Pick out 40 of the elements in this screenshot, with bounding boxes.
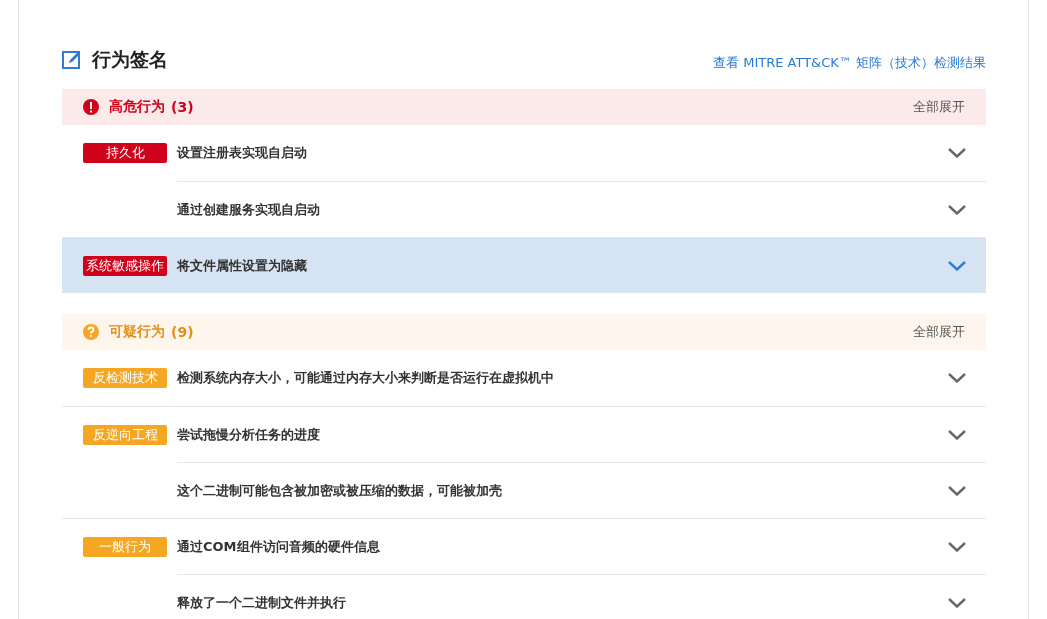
chevron-down-icon [948,597,966,608]
behavior-row[interactable]: 一般行为 通过COM组件访问音频的硬件信息 [62,519,986,574]
behavior-text: 尝试拖慢分析任务的进度 [177,425,320,444]
chevron-down-icon [948,260,966,271]
section-title: 行为签名 [92,47,168,72]
behavior-text: 检测系统内存大小，可能通过内存大小来判断是否运行在虚拟机中 [177,369,554,387]
group-title: 高危行为 [109,98,165,116]
behavior-text: 这个二进制可能包含被加密或被压缩的数据，可能被加壳 [177,481,502,500]
behavior-row[interactable]: 这个二进制可能包含被加密或被压缩的数据，可能被加壳 [62,462,986,518]
behavior-text: 通过创建服务实现自启动 [177,200,320,219]
group-count: (9) [171,324,194,340]
behavior-text: 通过COM组件访问音频的硬件信息 [177,537,380,556]
question-icon [83,324,99,340]
expand-all-link[interactable]: 全部展开 [913,323,965,341]
category-tag: 持久化 [83,143,167,163]
chevron-down-icon [948,485,966,496]
behavior-row[interactable]: 通过创建服务实现自启动 [62,181,986,237]
chevron-down-icon [948,541,966,552]
category-tag: 系统敏感操作 [83,255,167,276]
mitre-link[interactable]: 查看 MITRE ATT&CK™ 矩阵（技术）检测结果 [713,54,986,72]
expand-all-link[interactable]: 全部展开 [913,98,965,116]
category-tag: 反检测技术 [83,368,167,388]
chevron-down-icon [948,429,966,440]
group-count: (3) [171,99,194,115]
exclamation-icon [83,99,99,115]
category-tag: 一般行为 [83,536,167,557]
behavior-row[interactable]: 反逆向工程 尝试拖慢分析任务的进度 [62,407,986,462]
edit-icon [62,50,82,70]
behavior-text: 设置注册表实现自启动 [177,144,307,162]
chevron-down-icon [948,373,966,383]
behavior-row[interactable]: 系统敏感操作 将文件属性设置为隐藏 [62,238,986,293]
behavior-row[interactable]: 释放了一个二进制文件并执行 [62,574,986,619]
chevron-down-icon [948,204,966,215]
category-tag: 反逆向工程 [83,424,167,445]
behavior-text: 将文件属性设置为隐藏 [177,256,307,275]
behavior-row[interactable]: 反检测技术 检测系统内存大小，可能通过内存大小来判断是否运行在虚拟机中 [62,350,986,406]
group-title: 可疑行为 [109,323,165,341]
behavior-row[interactable]: 持久化 设置注册表实现自启动 [62,125,986,181]
chevron-down-icon [948,148,966,158]
behavior-text: 释放了一个二进制文件并执行 [177,593,346,612]
